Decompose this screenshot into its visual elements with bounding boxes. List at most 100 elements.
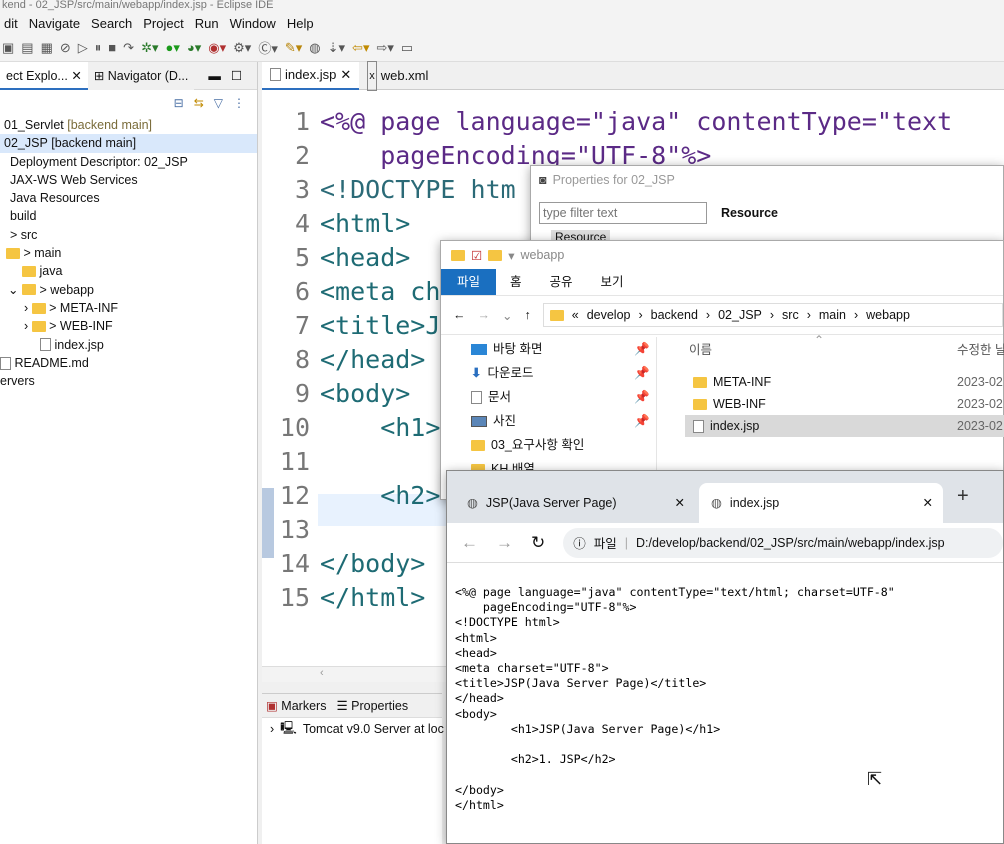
suspend-icon[interactable]: ⏸ (95, 40, 102, 56)
tab-markers[interactable]: ▣ Markers (266, 698, 326, 713)
tree-item[interactable]: > main (0, 244, 257, 262)
run-icon[interactable]: ●▾ (165, 40, 179, 56)
tab-index-jsp[interactable]: index.jsp ✕ (262, 61, 360, 90)
view-menu-icon[interactable]: ⋮ (233, 96, 245, 110)
chevron-down-icon[interactable]: ⌄ (8, 281, 18, 299)
menu-navigate[interactable]: Navigate (25, 16, 87, 31)
resume-icon[interactable]: ▷ (78, 40, 88, 56)
minimize-icon[interactable]: ▬ (208, 69, 221, 83)
coverage-icon[interactable]: ◕▾ (187, 40, 201, 56)
recent-icon[interactable]: ⌄ (502, 308, 512, 323)
tree-item[interactable]: Java Resources (0, 189, 257, 207)
path-segment[interactable]: webapp (866, 308, 910, 322)
column-header-name[interactable]: 이름 (689, 339, 712, 358)
link-editor-icon[interactable]: ⇆ (194, 96, 204, 110)
pin-icon[interactable]: 📌 (634, 337, 650, 361)
tree-item[interactable]: > src (0, 226, 257, 244)
tree-item[interactable]: JAX-WS Web Services (0, 171, 257, 189)
back-arrow-icon[interactable]: ← (461, 533, 478, 553)
ribbon-tab-file[interactable]: 파일 (441, 269, 497, 295)
menu-search[interactable]: Search (87, 16, 139, 31)
chevron-right-icon[interactable]: › (24, 299, 28, 317)
forward-arrow-icon[interactable]: → (496, 533, 513, 553)
collapse-all-icon[interactable]: ⊟ (174, 96, 184, 110)
sidebar-item-pictures[interactable]: 사진 📌 (441, 409, 656, 433)
debug-icon[interactable]: ✲▾ (141, 40, 158, 56)
skip-breakpoints-icon[interactable]: ⊘ (60, 40, 71, 56)
tab-navigator[interactable]: ⊞ Navigator (D... (87, 61, 195, 90)
forward-icon[interactable]: ⇨▾ (376, 40, 393, 56)
file-row[interactable]: index.jsp 2023-02 (685, 415, 1004, 437)
back-icon[interactable]: ⇦▾ (352, 40, 369, 56)
tree-item[interactable]: ⌄ > webapp (0, 281, 257, 299)
terminate-icon[interactable]: ■ (108, 40, 116, 55)
pin-icon[interactable]: 📌 (634, 361, 650, 385)
path-segment[interactable]: main (819, 308, 846, 322)
annotation-nav-icon[interactable]: ⇣▾ (328, 40, 345, 56)
tree-item[interactable]: Deployment Descriptor: 02_JSP (0, 153, 257, 171)
new-class-icon[interactable]: Ⓒ▾ (258, 38, 278, 57)
step-icon[interactable]: ↷ (123, 40, 134, 56)
open-type-icon[interactable]: ✎▾ (285, 40, 302, 56)
pin-icon[interactable]: 📌 (634, 409, 650, 433)
chevron-right-icon[interactable]: › (24, 317, 28, 335)
save-icon[interactable]: ▣ (2, 40, 14, 56)
menu-help[interactable]: Help (283, 16, 321, 31)
chevron-down-icon[interactable]: ▾ (508, 248, 514, 263)
menu-run[interactable]: Run (191, 16, 226, 31)
new-server-icon[interactable]: ⚙▾ (233, 40, 251, 56)
server-row[interactable]: › 🖳 Tomcat v9.0 Server at loc (262, 718, 444, 740)
ribbon-tab-share[interactable]: 공유 (536, 269, 587, 295)
ribbon-tab-home[interactable]: 홈 (496, 269, 536, 295)
tree-item[interactable]: build (0, 207, 257, 225)
close-icon[interactable]: ✕ (71, 69, 81, 83)
filter-input[interactable] (539, 202, 707, 224)
tab-project-explorer[interactable]: ect Explo... ✕ (0, 61, 88, 90)
path-segment[interactable]: 02_JSP (718, 308, 762, 322)
console-icon[interactable]: ▦ (41, 40, 53, 56)
menu-edit[interactable]: dit (0, 16, 25, 31)
tree-item[interactable]: README.md (0, 354, 257, 372)
tab-web-xml[interactable]: x web.xml (359, 60, 436, 91)
tree-item[interactable]: java (0, 262, 257, 280)
chevron-right-icon[interactable]: › (270, 722, 274, 736)
tree-item[interactable]: ervers (0, 372, 257, 390)
close-icon[interactable]: ✕ (675, 488, 685, 518)
pin-icon[interactable]: 📌 (634, 385, 650, 409)
properties-check-icon[interactable]: ☑ (471, 248, 482, 263)
path-segment[interactable]: backend (651, 308, 698, 322)
new-tab-icon[interactable]: + (957, 485, 969, 508)
address-bar[interactable]: « develop › backend › 02_JSP › src › main › w… (542, 303, 1003, 327)
menu-project[interactable]: Project (139, 16, 190, 31)
close-icon[interactable]: ✕ (923, 488, 933, 518)
close-icon[interactable]: ✕ (340, 61, 351, 89)
sidebar-item-downloads[interactable]: ⬇ 다운로드 📌 (441, 361, 656, 385)
column-header-date[interactable]: 수정한 날 (957, 339, 1004, 358)
browser-tab-1[interactable]: ◍ JSP(Java Server Page) ✕ (455, 483, 695, 523)
back-arrow-icon[interactable]: ← (453, 308, 466, 322)
tree-item[interactable]: index.jsp (0, 336, 257, 354)
sidebar-item-desktop[interactable]: 바탕 화면 📌 (441, 337, 656, 361)
save-all-icon[interactable]: ▤ (21, 40, 33, 56)
browser-tab-2[interactable]: ◍ index.jsp ✕ (699, 483, 943, 523)
up-arrow-icon[interactable]: ↑ (524, 308, 530, 322)
sidebar-item-documents[interactable]: 문서 📌 (441, 385, 656, 409)
reload-icon[interactable]: ↻ (531, 533, 545, 553)
tree-item[interactable]: 02_JSP [backend main] (0, 134, 257, 153)
external-tools-icon[interactable]: ◉▾ (208, 40, 226, 56)
ribbon-tab-view[interactable]: 보기 (587, 269, 638, 295)
address-bar[interactable]: ⓘ 파일 | D:/develop/backend/02_JSP/src/mai… (563, 527, 1003, 558)
maximize-icon[interactable]: ☐ (231, 68, 242, 83)
path-segment[interactable]: develop (587, 308, 631, 322)
forward-arrow-icon[interactable]: → (478, 308, 491, 322)
open-perspective-icon[interactable]: ▭ (401, 40, 413, 56)
sidebar-item-folder[interactable]: 03_요구사항 확인 (441, 433, 656, 457)
tree-item[interactable]: › > WEB-INF (0, 317, 257, 335)
filter-icon[interactable]: ▽ (214, 96, 223, 110)
file-row[interactable]: WEB-INF 2023-02 (685, 393, 1004, 415)
file-row[interactable]: META-INF 2023-02 (685, 371, 1004, 393)
path-segment[interactable]: src (782, 308, 799, 322)
tree-item[interactable]: › > META-INF (0, 299, 257, 317)
search-icon[interactable]: ◍ (309, 40, 320, 56)
tab-properties[interactable]: ☰ Properties (336, 698, 408, 713)
